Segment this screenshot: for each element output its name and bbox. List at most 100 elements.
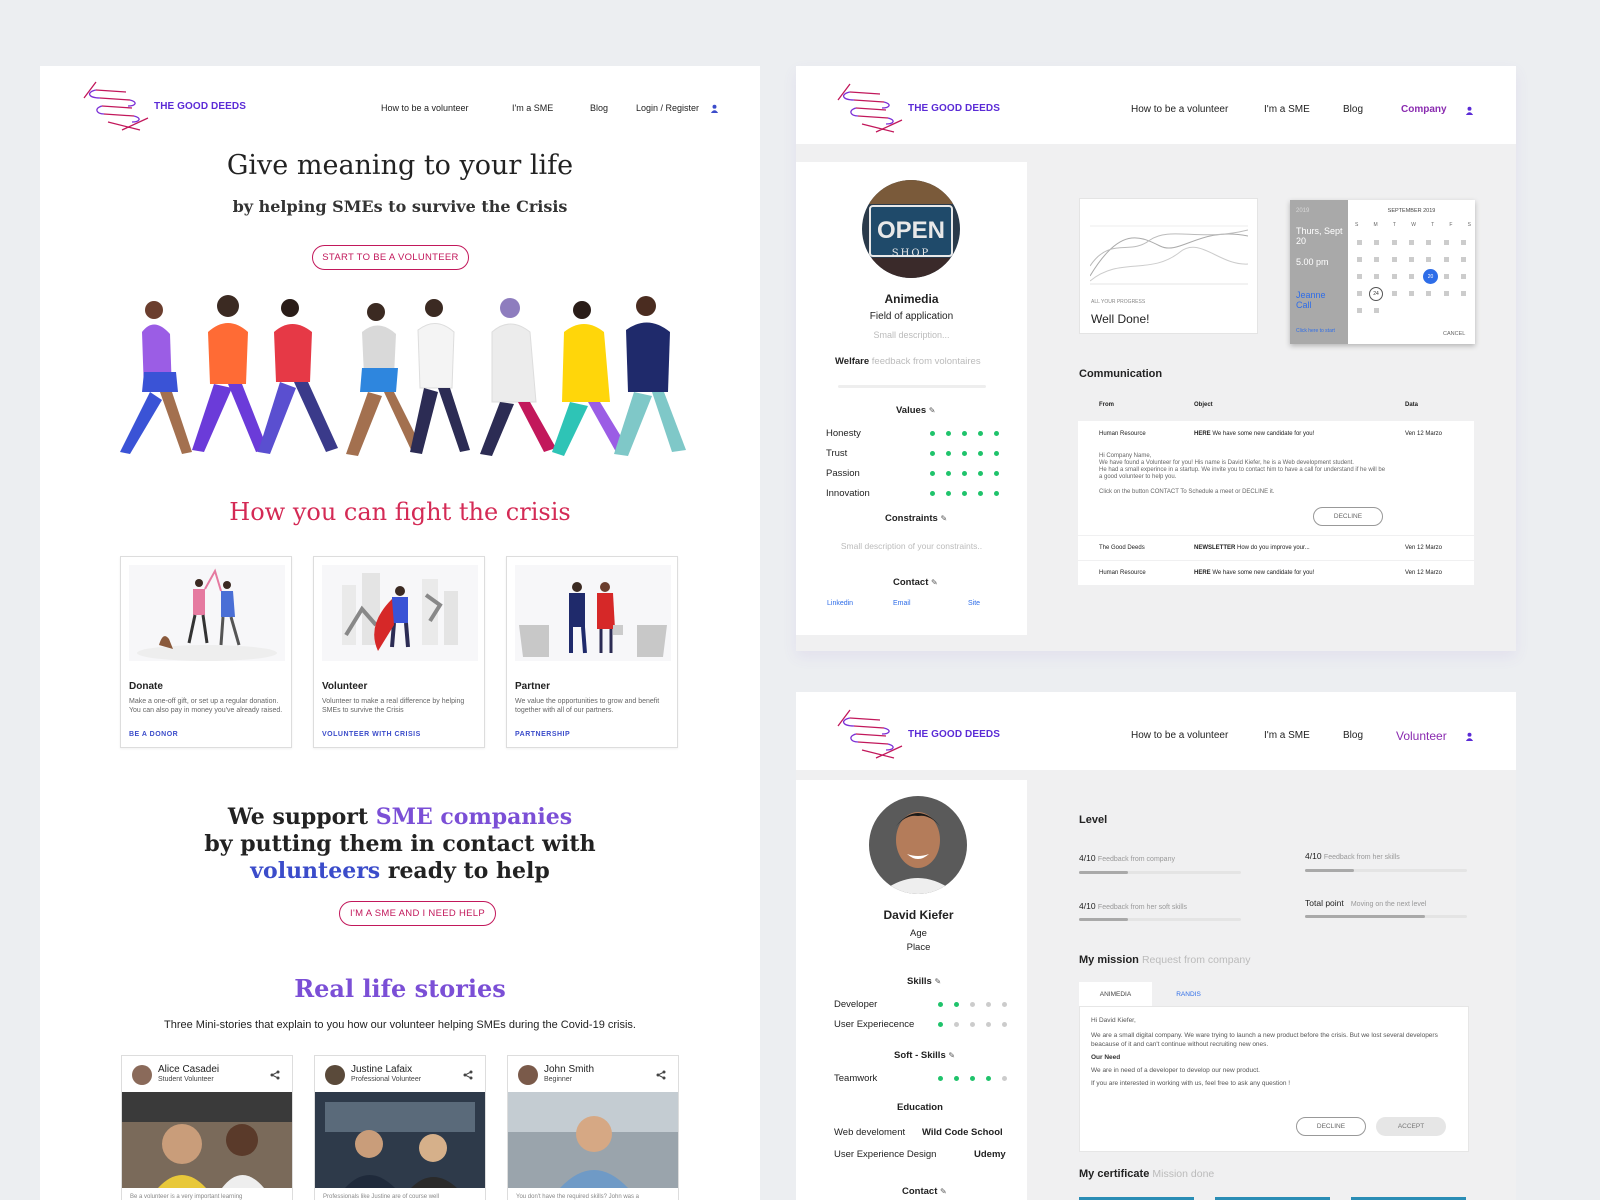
mission-decline-button[interactable]: DECLINE — [1296, 1117, 1366, 1136]
nav-blog[interactable]: Blog — [1343, 730, 1363, 741]
nav-sme[interactable]: I'm a SME — [512, 103, 553, 113]
user-icon[interactable] — [1465, 106, 1474, 115]
walker-4 — [346, 303, 422, 456]
message-object: HERE We have some new candidate for you! — [1194, 431, 1315, 437]
story-text: Be a volunteer is a very important learn… — [130, 1194, 243, 1200]
value-label: Innovation — [826, 488, 870, 499]
message-body: Hi Company Name, We have found a Volunte… — [1099, 453, 1386, 495]
edit-icon[interactable]: ✎ — [940, 1187, 947, 1196]
skill-label: Developer — [834, 999, 878, 1010]
nav-company[interactable]: Company — [1401, 104, 1447, 115]
donate-card[interactable]: Donate Make a one-off gift, or set up a … — [120, 556, 292, 748]
nav-login[interactable]: Login / Register — [636, 103, 699, 113]
message-from: The Good Deeds — [1099, 545, 1145, 551]
partner-card[interactable]: Partner We value the opportunities to gr… — [506, 556, 678, 748]
mission-tab-animedia[interactable]: ANIMEDIA — [1079, 982, 1152, 1006]
welfare-hint: feedback from volontaires — [871, 356, 981, 367]
constraints-title: Constraints ✎ — [885, 513, 948, 524]
nav-volunteer[interactable]: How to be a volunteer — [1131, 104, 1228, 115]
story-photo — [122, 1092, 292, 1188]
email-link[interactable]: Email — [893, 600, 911, 607]
story-card[interactable]: John Smith Beginner You don't have the r… — [507, 1055, 679, 1200]
edit-icon[interactable]: ✎ — [931, 578, 938, 587]
brand-name: THE GOOD DEEDS — [908, 102, 1000, 114]
user-icon[interactable] — [1465, 732, 1474, 741]
user-icon[interactable] — [710, 104, 719, 113]
company-field: Field of application — [869, 311, 954, 322]
brand-logo-icon — [83, 81, 149, 131]
brand-logo-icon — [837, 709, 903, 759]
start-volunteer-button[interactable]: START TO BE A VOLUNTEER — [312, 245, 469, 270]
edit-icon[interactable]: ✎ — [934, 977, 941, 986]
edit-icon[interactable]: ✎ — [929, 406, 936, 415]
calendar-person[interactable]: Jeanne Call — [1296, 290, 1342, 310]
nav-blog[interactable]: Blog — [1343, 104, 1363, 115]
hero-title: Give meaning to your life — [226, 150, 574, 181]
share-icon[interactable] — [656, 1070, 666, 1080]
message-date: Ven 12 Marzo — [1405, 431, 1443, 437]
message-object: HERE We have some new candidate for you! — [1194, 570, 1315, 576]
linkedin-link[interactable]: Linkedin — [827, 600, 853, 607]
level-bar-fill — [1079, 871, 1128, 874]
calendar-hint[interactable]: Click here to start — [1296, 328, 1335, 334]
calendar-circled-day[interactable]: 24 — [1369, 287, 1383, 301]
level-bar-fill — [1305, 915, 1425, 918]
story-role: Beginner — [544, 1076, 573, 1083]
share-icon[interactable] — [463, 1070, 473, 1080]
walker-6 — [480, 298, 556, 456]
story-role: Student Volunteer — [158, 1076, 214, 1083]
certificate-title-row: My certificate Mission done — [1079, 1168, 1214, 1180]
progress-caption: ALL YOUR PROGRESS — [1091, 299, 1146, 305]
calendar-selected-day[interactable]: 20 — [1423, 269, 1438, 284]
nav-sme[interactable]: I'm a SME — [1264, 730, 1310, 741]
calendar-year: 2019 — [1296, 208, 1310, 214]
message-from: Human Resource — [1099, 431, 1146, 437]
nav-volunteer[interactable]: How to be a volunteer — [1131, 730, 1228, 741]
volunteer-contact-title: Contact ✎ — [902, 1186, 947, 1197]
company-logo[interactable]: THE GOOD DEEDS — [836, 82, 1000, 134]
decline-button[interactable]: DECLINE — [1313, 507, 1383, 526]
table-header-from: From — [1099, 402, 1114, 408]
calendar-grid[interactable] — [1352, 232, 1474, 322]
card-title: Donate — [129, 681, 163, 692]
mission-tab-randis[interactable]: RANDIS — [1152, 982, 1225, 1006]
value-label: Passion — [826, 468, 860, 479]
company-avatar: OPEN SHOP — [862, 180, 960, 278]
nav-volunteer-active[interactable]: Volunteer — [1396, 729, 1447, 743]
values-title: Values ✎ — [896, 405, 936, 416]
level-bar — [1079, 871, 1241, 874]
sme-help-button[interactable]: I'M A SME AND I NEED HELP — [339, 901, 496, 926]
volunteer-card[interactable]: Volunteer Volunteer to make a real diffe… — [313, 556, 485, 748]
volunteer-logo[interactable]: THE GOOD DEEDS — [836, 708, 1000, 760]
brand-logo-icon — [837, 83, 903, 133]
calendar-cancel-button[interactable]: CANCEL — [1443, 331, 1465, 337]
nav-blog[interactable]: Blog — [590, 103, 608, 113]
edit-icon[interactable]: ✎ — [948, 1051, 955, 1060]
table-header-object: Object — [1194, 402, 1213, 408]
soft-skills-title: Soft - Skills ✎ — [894, 1050, 956, 1061]
progress-chart — [1090, 225, 1248, 285]
skill-dots — [927, 1022, 1007, 1027]
partnership-link[interactable]: PARTNERSHIP — [515, 731, 570, 738]
level-item: 4/10 Feedback from company — [1079, 853, 1175, 863]
level-item: 4/10 Feedback from her soft skills — [1079, 901, 1188, 911]
site-link[interactable]: Site — [968, 600, 980, 607]
level-item: 4/10 Feedback from her skills — [1305, 851, 1400, 861]
nav-volunteer[interactable]: How to be a volunteer — [381, 103, 469, 113]
support-line-2: by putting them in contact with — [204, 831, 596, 857]
story-card[interactable]: Alice Casadei Student Volunteer Be a vol… — [121, 1055, 293, 1200]
volunteer-crisis-link[interactable]: VOLUNTEER WITH CRISIS — [322, 731, 421, 738]
be-donor-link[interactable]: BE A DONOR — [129, 731, 178, 738]
walker-2 — [192, 295, 268, 452]
edit-icon[interactable]: ✎ — [940, 514, 947, 523]
message-date: Ven 12 Marzo — [1405, 570, 1443, 576]
avatar-sign-text: OPEN — [877, 217, 945, 244]
mission-accept-button[interactable]: ACCEPT — [1376, 1117, 1446, 1136]
nav-sme[interactable]: I'm a SME — [1264, 104, 1310, 115]
story-card[interactable]: Justine Lafaix Professional Volunteer Pr… — [314, 1055, 486, 1200]
landing-logo[interactable]: THE GOOD DEEDS — [82, 80, 246, 132]
story-photo — [315, 1092, 485, 1188]
skills-title: Skills ✎ — [907, 976, 942, 987]
company-description: Small description... — [873, 330, 950, 340]
share-icon[interactable] — [270, 1070, 280, 1080]
